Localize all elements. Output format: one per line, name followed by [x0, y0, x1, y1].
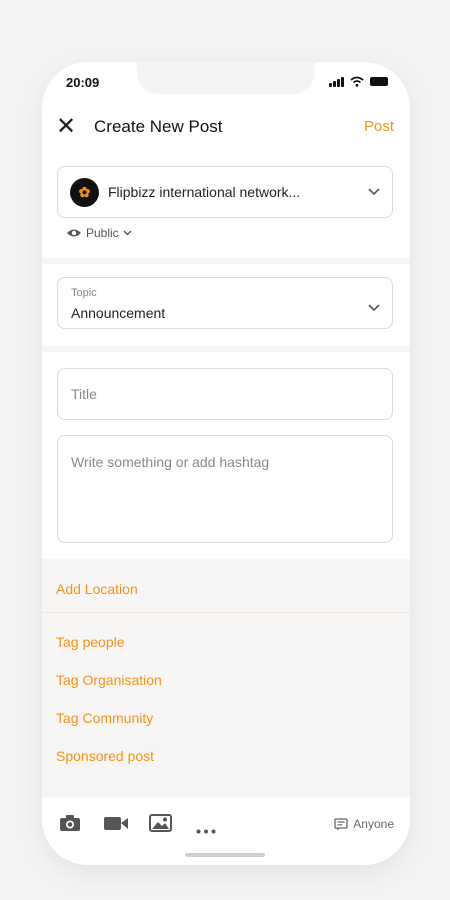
audience-label: Anyone: [353, 817, 394, 831]
title-placeholder: Title: [71, 386, 97, 402]
organisation-name: Flipbizz international network...: [108, 184, 301, 200]
organisation-avatar: ✿: [70, 178, 99, 207]
organisation-select[interactable]: ✿ Flipbizz international network...: [57, 166, 393, 218]
phone-frame: 20:09 ✕ Create New Post Post ✿ Flipbizz …: [42, 62, 410, 865]
tag-people-link[interactable]: Tag people: [56, 634, 125, 650]
title-input[interactable]: Title: [57, 368, 393, 420]
post-body-textarea[interactable]: Write something or add hashtag: [57, 435, 393, 543]
chevron-down-icon: [368, 299, 380, 317]
notch: [137, 62, 315, 94]
chevron-down-icon: [123, 230, 132, 236]
body-placeholder: Write something or add hashtag: [71, 454, 270, 470]
wifi-icon: [350, 76, 364, 87]
status-time: 20:09: [66, 75, 100, 90]
add-location-link[interactable]: Add Location: [56, 581, 138, 597]
more-icon[interactable]: [196, 821, 216, 839]
tag-organisation-link[interactable]: Tag Organisation: [56, 672, 162, 688]
audience-selector[interactable]: Anyone: [334, 817, 394, 831]
comment-icon: [334, 817, 348, 830]
post-button[interactable]: Post: [364, 118, 394, 135]
visibility-label: Public: [86, 226, 119, 240]
home-indicator: [185, 853, 265, 857]
tag-community-link[interactable]: Tag Community: [56, 710, 153, 726]
video-icon[interactable]: [103, 814, 129, 837]
visibility-selector[interactable]: Public: [66, 226, 132, 240]
topic-label: Topic: [71, 287, 97, 299]
topic-select[interactable]: Topic Announcement: [57, 277, 393, 329]
chevron-down-icon: [368, 183, 380, 201]
options-divider: [42, 612, 410, 613]
close-icon[interactable]: ✕: [56, 115, 76, 139]
sponsored-post-link[interactable]: Sponsored post: [56, 748, 154, 764]
camera-icon[interactable]: [59, 814, 81, 837]
section-divider: [42, 346, 410, 352]
header: ✕ Create New Post Post: [42, 112, 410, 142]
image-icon[interactable]: [149, 814, 172, 837]
signal-icon: [329, 76, 344, 87]
eye-icon: [67, 229, 81, 237]
battery-icon: [370, 77, 388, 86]
post-options: Add Location Tag people Tag Organisation…: [42, 559, 410, 797]
status-icons: [329, 76, 388, 87]
page-title: Create New Post: [94, 117, 223, 136]
section-divider: [42, 258, 410, 264]
topic-value: Announcement: [71, 305, 166, 321]
